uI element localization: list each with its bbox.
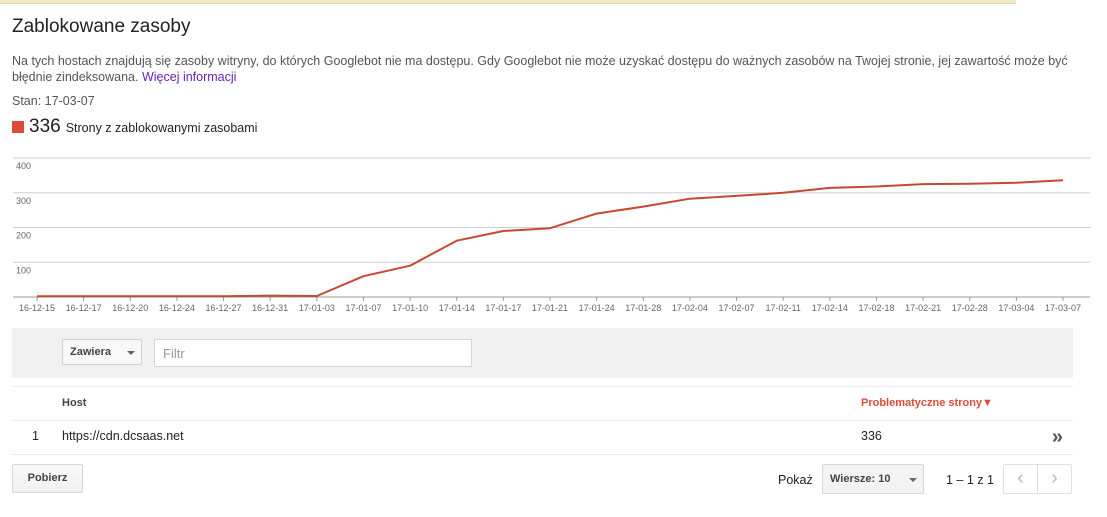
y-tick-label: 200 xyxy=(16,231,31,241)
x-tick-label: 16-12-24 xyxy=(159,303,195,313)
x-tick-label: 16-12-20 xyxy=(112,303,148,313)
row-index: 1 xyxy=(32,429,39,443)
x-tick-label: 17-02-07 xyxy=(719,303,755,313)
row-pages-count: 336 xyxy=(861,429,882,443)
x-tick-label: 17-02-18 xyxy=(858,303,894,313)
chevron-right-icon: › xyxy=(1051,467,1058,489)
x-tick-label: 17-02-21 xyxy=(905,303,941,313)
y-tick-label: 100 xyxy=(16,265,31,275)
x-tick-label: 16-12-17 xyxy=(66,303,102,313)
filter-input[interactable] xyxy=(154,339,472,367)
x-tick-label: 17-02-28 xyxy=(952,303,988,313)
double-chevron-right-icon[interactable]: » xyxy=(1052,426,1063,449)
legend-swatch xyxy=(12,121,24,133)
column-header-pages[interactable]: Problematyczne strony▼ xyxy=(861,397,993,409)
pagination-range: 1 – 1 z 1 xyxy=(946,473,994,487)
x-tick-label: 17-02-04 xyxy=(672,303,708,313)
y-tick-label: 300 xyxy=(16,196,31,206)
x-tick-label: 17-02-11 xyxy=(766,303,801,313)
x-tick-label: 17-03-04 xyxy=(998,303,1034,313)
x-tick-label: 17-01-24 xyxy=(579,303,615,313)
next-page-button[interactable]: › xyxy=(1037,464,1072,494)
filter-mode-label: Zawiera xyxy=(70,346,111,358)
row-host: https://cdn.dcsaas.net xyxy=(62,429,184,443)
x-tick-label: 16-12-31 xyxy=(252,303,288,313)
rows-per-page-label: Wiersze: 10 xyxy=(830,473,891,485)
table-header: Host Problematyczne strony▼ xyxy=(12,386,1073,421)
x-tick-label: 17-01-17 xyxy=(485,303,521,313)
legend-count: 336 xyxy=(29,116,61,137)
legend-label: Strony z zablokowanymi zasobami xyxy=(65,121,258,135)
page-description: Na tych hostach znajdują się zasoby witr… xyxy=(12,53,1082,85)
x-tick-label: 17-01-14 xyxy=(439,303,475,313)
chart-legend[interactable]: 336 Strony z zablokowanymi zasobami xyxy=(12,116,257,138)
chevron-down-icon xyxy=(909,478,917,482)
more-info-link[interactable]: Więcej informacji xyxy=(142,70,236,84)
series-line xyxy=(37,179,1064,298)
y-tick-label: 400 xyxy=(16,161,31,171)
blocked-resources-chart: 400 300 200 100 16-12-15 16-12-17 16-12-20 16-1… xyxy=(13,157,1090,313)
previous-page-button[interactable]: ‹ xyxy=(1003,464,1038,494)
rows-per-page-dropdown[interactable]: Wiersze: 10 xyxy=(822,464,924,494)
x-tick-label: 16-12-27 xyxy=(206,303,242,313)
x-tick-label: 17-02-14 xyxy=(812,303,848,313)
show-label: Pokaż xyxy=(778,473,813,487)
filter-mode-dropdown[interactable]: Zawiera xyxy=(62,339,142,365)
chevron-down-icon xyxy=(127,351,135,355)
x-tick-label: 17-03-07 xyxy=(1045,303,1081,313)
chevron-left-icon: ‹ xyxy=(1017,467,1024,489)
page-title: Zablokowane zasoby xyxy=(12,16,191,37)
x-tick-label: 17-01-03 xyxy=(299,303,335,313)
x-tick-label: 17-01-21 xyxy=(532,303,568,313)
x-tick-label: 16-12-15 xyxy=(19,303,55,313)
download-button[interactable]: Pobierz xyxy=(12,464,83,493)
x-tick-label: 17-01-28 xyxy=(625,303,661,313)
column-header-host[interactable]: Host xyxy=(62,397,86,409)
x-tick-label: 17-01-10 xyxy=(392,303,428,313)
status-date: Stan: 17-03-07 xyxy=(12,94,95,108)
x-tick-label: 17-01-07 xyxy=(345,303,381,313)
table-row[interactable]: 1 https://cdn.dcsaas.net 336 » xyxy=(12,420,1073,455)
top-notice-bar xyxy=(0,0,1016,4)
filter-bar: Zawiera xyxy=(12,328,1073,378)
